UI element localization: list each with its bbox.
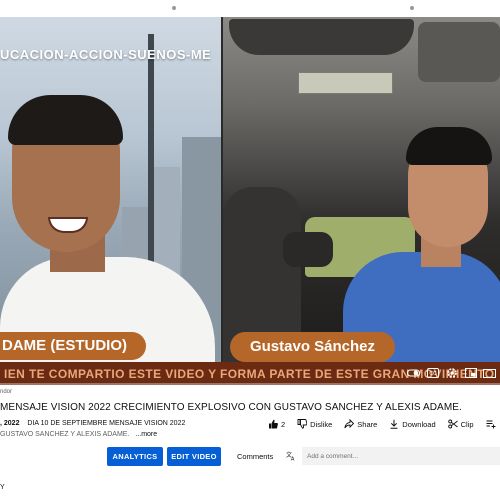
svg-text:A: A [291, 457, 295, 462]
right-video-pane: Gustavo Sánchez [223, 17, 500, 362]
scissors-icon [447, 419, 458, 429]
upload-date: , 2022 [0, 420, 20, 427]
car-visor [229, 19, 414, 55]
captions-icon[interactable]: CC [426, 367, 439, 380]
analytics-button[interactable]: ANALYTICS [107, 447, 163, 466]
download-button[interactable]: Download [389, 419, 436, 429]
thumbs-down-icon [297, 419, 308, 429]
left-video-pane: UCACION-ACCION-SUENOS-ME DAME (ESTUDIO) [0, 17, 221, 362]
more-link[interactable]: ...more [135, 431, 157, 438]
svg-text:CC: CC [429, 371, 437, 377]
save-to-playlist-button[interactable] [486, 419, 496, 429]
guest-hair [406, 127, 492, 165]
banner-text: UCACION-ACCION-SUENOS-ME [0, 47, 212, 62]
download-label: Download [402, 419, 436, 429]
action-bar: 2 Dislike Share Download Clip [268, 419, 496, 429]
miniplayer-icon[interactable] [464, 367, 477, 380]
progress-bar[interactable] [0, 383, 500, 385]
car-console [418, 22, 500, 82]
video-title: MENSAJE VISION 2022 CRECIMIENTO EXPLOSIV… [0, 402, 462, 413]
description-text: GUSTAVO SANCHEZ Y ALEXIS ADAME. [0, 431, 130, 438]
player-controls: CC [407, 365, 496, 381]
host-hair [8, 95, 123, 145]
edit-video-button[interactable]: EDIT VIDEO [167, 447, 221, 466]
like-button[interactable]: 2 [268, 419, 285, 429]
comments-label: Comments [237, 452, 274, 461]
translate-icon[interactable]: 文A [286, 451, 296, 461]
footer-text: Y [0, 484, 5, 491]
comment-input[interactable] [302, 447, 500, 465]
clip-button[interactable]: Clip [447, 419, 474, 429]
share-icon [344, 419, 355, 429]
separator-dot [172, 6, 176, 10]
thumbs-up-icon [269, 419, 278, 429]
left-name-tag: DAME (ESTUDIO) [0, 332, 146, 360]
like-count: 2 [281, 419, 286, 429]
dislike-label: Dislike [310, 419, 333, 429]
description-line-1: , 2022 DIA 10 DE SEPTIEMBRE MENSAJE VISI… [0, 420, 185, 427]
share-label: Share [357, 419, 378, 429]
settings-icon[interactable] [445, 367, 458, 380]
clip-label: Clip [460, 419, 474, 429]
headrest [283, 232, 333, 267]
separator-dot [410, 6, 414, 10]
description-line-2: GUSTAVO SANCHEZ Y ALEXIS ADAME. ...more [0, 431, 157, 438]
video-player[interactable]: UCACION-ACCION-SUENOS-ME DAME (ESTUDIO) … [0, 0, 500, 385]
theater-icon[interactable] [483, 367, 496, 380]
share-button[interactable]: Share [344, 419, 377, 429]
owner-label: ndor [0, 389, 13, 395]
dislike-button[interactable]: Dislike [297, 419, 332, 429]
description-text: DIA 10 DE SEPTIEMBRE MENSAJE VISION 2022 [27, 420, 186, 427]
right-name-tag: Gustavo Sánchez [230, 332, 395, 362]
top-strip [0, 0, 500, 17]
autoplay-toggle-icon[interactable] [407, 367, 420, 380]
download-icon [390, 419, 398, 429]
playlist-add-icon [486, 420, 496, 429]
banknotes [298, 72, 393, 94]
